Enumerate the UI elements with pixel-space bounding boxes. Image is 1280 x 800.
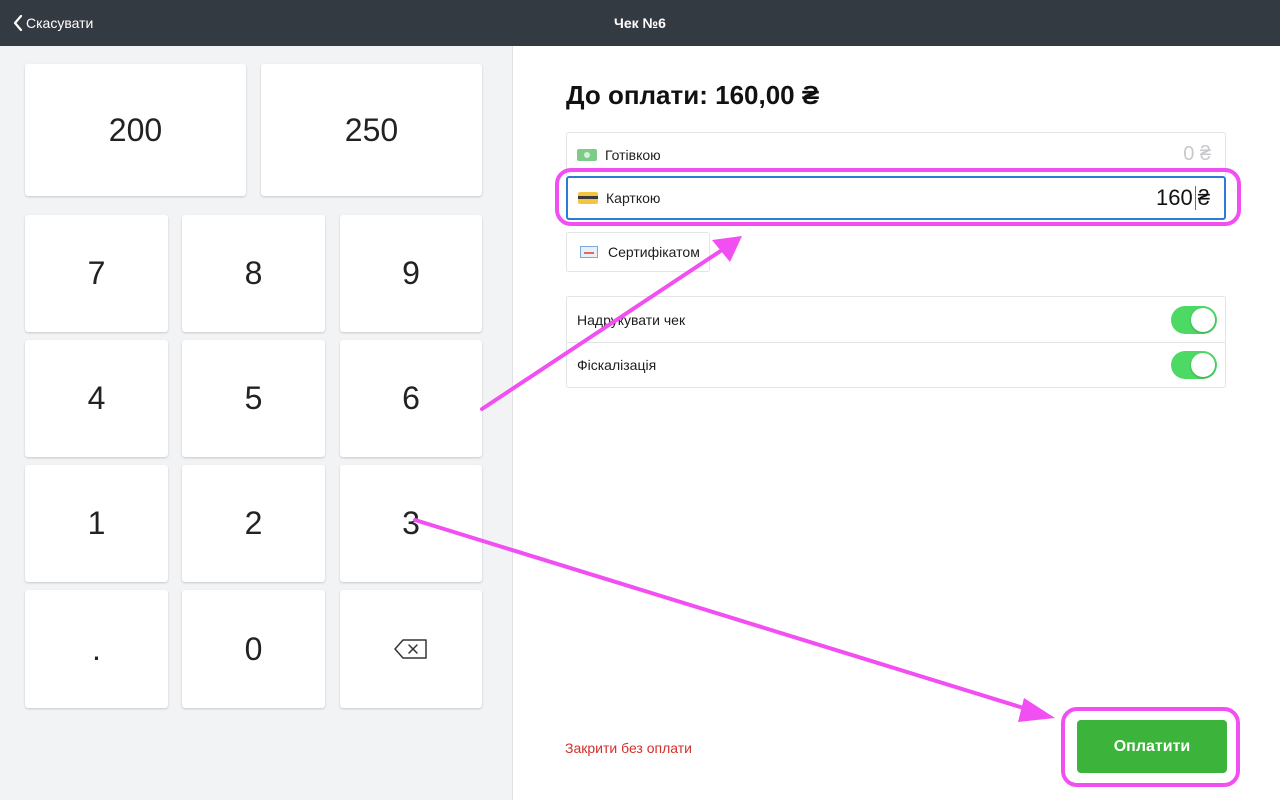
payment-panel: До оплати: 160,00 ₴ Готівкою 0 ₴ Карткою…: [513, 46, 1280, 800]
keypad-panel: 200 250 7 8 9 4 5 6 1 2 3 . 0: [0, 46, 513, 800]
cash-value: 0: [1183, 143, 1195, 165]
print-receipt-option: Надрукувати чек: [567, 297, 1225, 342]
cash-label: Готівкою: [605, 146, 661, 163]
key-5[interactable]: 5: [182, 340, 325, 457]
card-currency: ₴: [1197, 185, 1210, 210]
key-7[interactable]: 7: [25, 215, 168, 332]
quick-amount-250-button[interactable]: 250: [261, 64, 482, 196]
cash-amount: 0 ₴: [1183, 133, 1211, 176]
card-amount: 160 ₴: [1156, 178, 1210, 218]
card-payment-field[interactable]: Карткою 160 ₴: [566, 176, 1226, 220]
fiscalization-toggle[interactable]: [1171, 351, 1217, 379]
pay-button[interactable]: Оплатити: [1077, 720, 1227, 773]
quick-amount-200-button[interactable]: 200: [25, 64, 246, 196]
backspace-icon: [394, 639, 427, 659]
amount-due: До оплати: 160,00 ₴: [566, 80, 820, 110]
card-value: 160: [1156, 185, 1193, 210]
print-receipt-label: Надрукувати чек: [577, 311, 686, 328]
key-1[interactable]: 1: [25, 465, 168, 582]
key-0[interactable]: 0: [182, 590, 325, 708]
certificate-label: Сертифікатом: [608, 244, 700, 260]
text-caret: [1194, 186, 1196, 210]
cash-payment-field[interactable]: Готівкою 0 ₴: [566, 132, 1226, 176]
card-label: Карткою: [606, 190, 661, 206]
receipt-title: Чек №6: [614, 15, 666, 31]
key-6[interactable]: 6: [340, 340, 482, 457]
key-decimal[interactable]: .: [25, 590, 168, 708]
key-2[interactable]: 2: [182, 465, 325, 582]
key-4[interactable]: 4: [25, 340, 168, 457]
fiscalization-option: Фіскалізація: [567, 342, 1225, 387]
card-icon: [578, 192, 598, 204]
key-8[interactable]: 8: [182, 215, 325, 332]
print-receipt-toggle[interactable]: [1171, 305, 1217, 334]
top-bar: Скасувати Чек №6: [0, 0, 1280, 46]
fiscalization-label: Фіскалізація: [577, 357, 657, 373]
cash-currency: ₴: [1199, 143, 1211, 165]
certificate-payment-button[interactable]: Сертифікатом: [566, 232, 710, 272]
key-3[interactable]: 3: [340, 465, 482, 582]
key-9[interactable]: 9: [340, 215, 482, 332]
certificate-icon: [580, 246, 598, 258]
receipt-options: Надрукувати чек Фіскалізація: [566, 296, 1226, 388]
close-without-payment-link[interactable]: Закрити без оплати: [565, 740, 692, 756]
cash-icon: [577, 148, 597, 161]
backspace-button[interactable]: [340, 590, 482, 708]
